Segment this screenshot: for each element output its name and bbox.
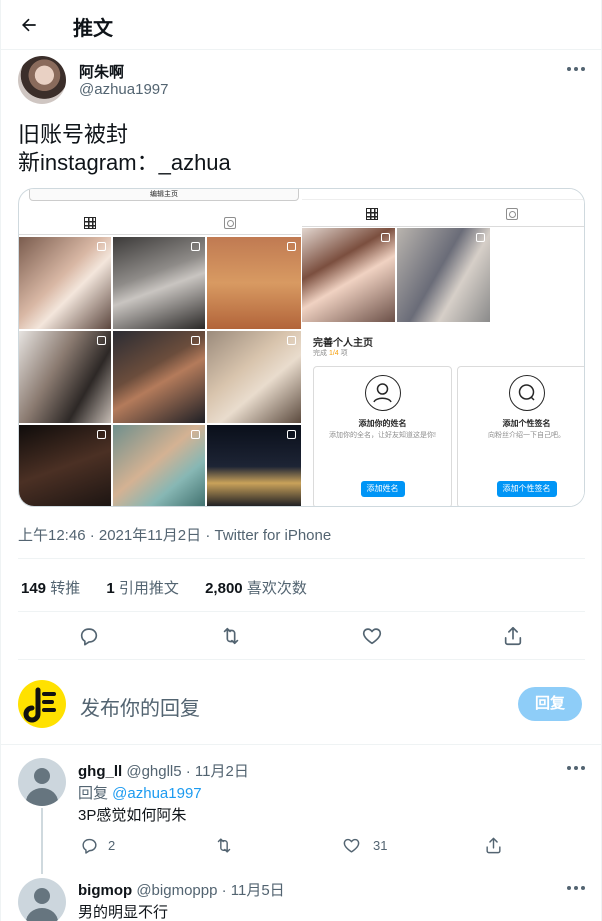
reply-handle-date[interactable]: @ghgll5 · 11月2日 [126,763,249,780]
likes-stat[interactable]: 2,800 喜欢次数 [205,580,307,597]
my-avatar[interactable] [18,680,66,728]
add-bio-title: 添加个性签名 [502,419,551,428]
edit-profile-button: 编辑主页 [29,189,299,201]
complete-profile-sub: 完成 1/4 项 [313,350,348,357]
reply-header: ghg_ll @ghgll5 · 11月2日 [78,760,249,781]
tweet-text-line1: 旧账号被封 [18,122,129,147]
ig-tabs-left [19,211,301,235]
divider [18,611,585,612]
back-button[interactable] [13,9,45,41]
grid-icon [366,208,378,220]
reply-input[interactable]: 发布你的回复 [80,692,200,721]
photo-2 [113,237,205,329]
reply-avatar[interactable] [18,878,66,921]
add-bio-card: 添加个性签名 向粉丝介绍一下自己吧。 添加个性签名 [457,366,584,506]
page-title: 推文 [73,18,113,40]
like-button[interactable] [360,624,384,648]
reply-comment-button[interactable] [77,833,101,857]
add-bio-button: 添加个性签名 [496,481,557,497]
share-button[interactable] [501,624,525,648]
tweet-text: 旧账号被封 新instagram：_azhua [18,121,231,177]
retweets-stat[interactable]: 149 转推 [21,580,80,597]
chat-bubble-icon [508,375,545,411]
reply-author-name[interactable]: ghg_ll [78,763,122,780]
retweet-button[interactable] [219,624,243,648]
author-avatar[interactable] [18,56,66,104]
photo-6 [207,331,301,423]
divider [18,659,585,660]
tweet-stats: 149 转推 1 引用推文 2,800 喜欢次数 [21,577,329,598]
retweet-icon [217,837,231,853]
user-icon [364,375,401,411]
reply-like-button[interactable] [339,833,363,857]
grid-icon [84,217,96,229]
photo-4 [19,331,111,423]
comment-icon [80,628,98,646]
heart-icon [362,628,382,645]
photo-3 [207,237,301,329]
complete-profile-title: 完善个人主页 [313,338,373,349]
thread-line [41,808,43,874]
more-horizontal-icon [567,886,585,890]
quotes-stat[interactable]: 1 引用推文 [106,580,179,597]
reply-handle-date[interactable]: @bigmoppp · 11月5日 [136,882,284,899]
add-name-button: 添加姓名 [360,481,405,497]
reply-more-button[interactable] [567,886,585,890]
photo-8 [113,425,205,506]
tweet-text-line2: 新instagram：_azhua [18,150,231,175]
photo-5 [113,331,205,423]
edit-profile-label: 编辑主页 [150,191,178,198]
add-name-desc: 添加你的全名，让好友知道这是你! [329,432,436,439]
arrow-left-icon [22,18,36,32]
comment-icon [81,838,97,854]
tweet-detail-page: 推文 阿朱啊 @azhua1997 旧账号被封 新instagram：_azhu… [0,0,602,921]
replying-to-link[interactable]: @azhua1997 [112,785,201,802]
author-handle[interactable]: @azhua1997 [79,81,168,98]
photo-9 [207,425,301,506]
photo-1 [19,237,111,329]
ig-tabs-right [302,199,584,227]
retweet-icon [223,627,239,645]
add-bio-desc: 向粉丝介绍一下自己吧。 [488,432,565,439]
photo-11 [397,228,490,322]
reply-button[interactable] [77,624,101,648]
ig-profile-panel: 完善个人主页 完成 1/4 项 添加你的姓名 添加你的全名，让好友知道这是你! … [302,189,584,506]
author-name[interactable]: 阿朱啊 [79,61,124,82]
reply-text: 3P感觉如何阿朱 [78,807,187,824]
more-horizontal-icon [567,67,585,71]
reply-submit-button[interactable]: 回复 [518,687,582,721]
add-name-card: 添加你的姓名 添加你的全名，让好友知道这是你! 添加姓名 [313,366,452,506]
reply-like-count: 31 [373,838,388,853]
reply-text: 男的明显不行 [78,904,169,921]
reply-header: bigmop @bigmoppp · 11月5日 [78,879,285,900]
photo-7 [19,425,111,506]
top-bar: 推文 [1,0,601,50]
reply-author-name[interactable]: bigmop [78,882,132,899]
tweet-media-image[interactable]: 编辑主页 完善个人主页 完成 1/4 项 添加你的姓名 添加你的全名，让好友知道… [18,188,585,507]
share-icon [504,626,522,646]
tweet-more-button[interactable] [567,67,585,71]
tagged-icon [224,217,236,229]
divider [1,744,601,745]
divider [18,558,585,559]
reply-retweet-button[interactable] [212,833,236,857]
heart-icon [343,838,359,853]
reply-more-button[interactable] [567,766,585,770]
reply-comment-count: 2 [108,838,116,853]
tweet-timestamp[interactable]: 上午12:46 · 2021年11月2日 · Twitter for iPhon… [18,524,331,545]
more-horizontal-icon [567,766,585,770]
photo-10 [302,228,395,322]
reply-avatar[interactable] [18,758,66,806]
reply-share-button[interactable] [481,833,505,857]
add-name-title: 添加你的姓名 [358,419,407,428]
tagged-icon [506,208,518,220]
share-icon [485,837,501,853]
replying-to: 回复 @azhua1997 [78,785,202,802]
